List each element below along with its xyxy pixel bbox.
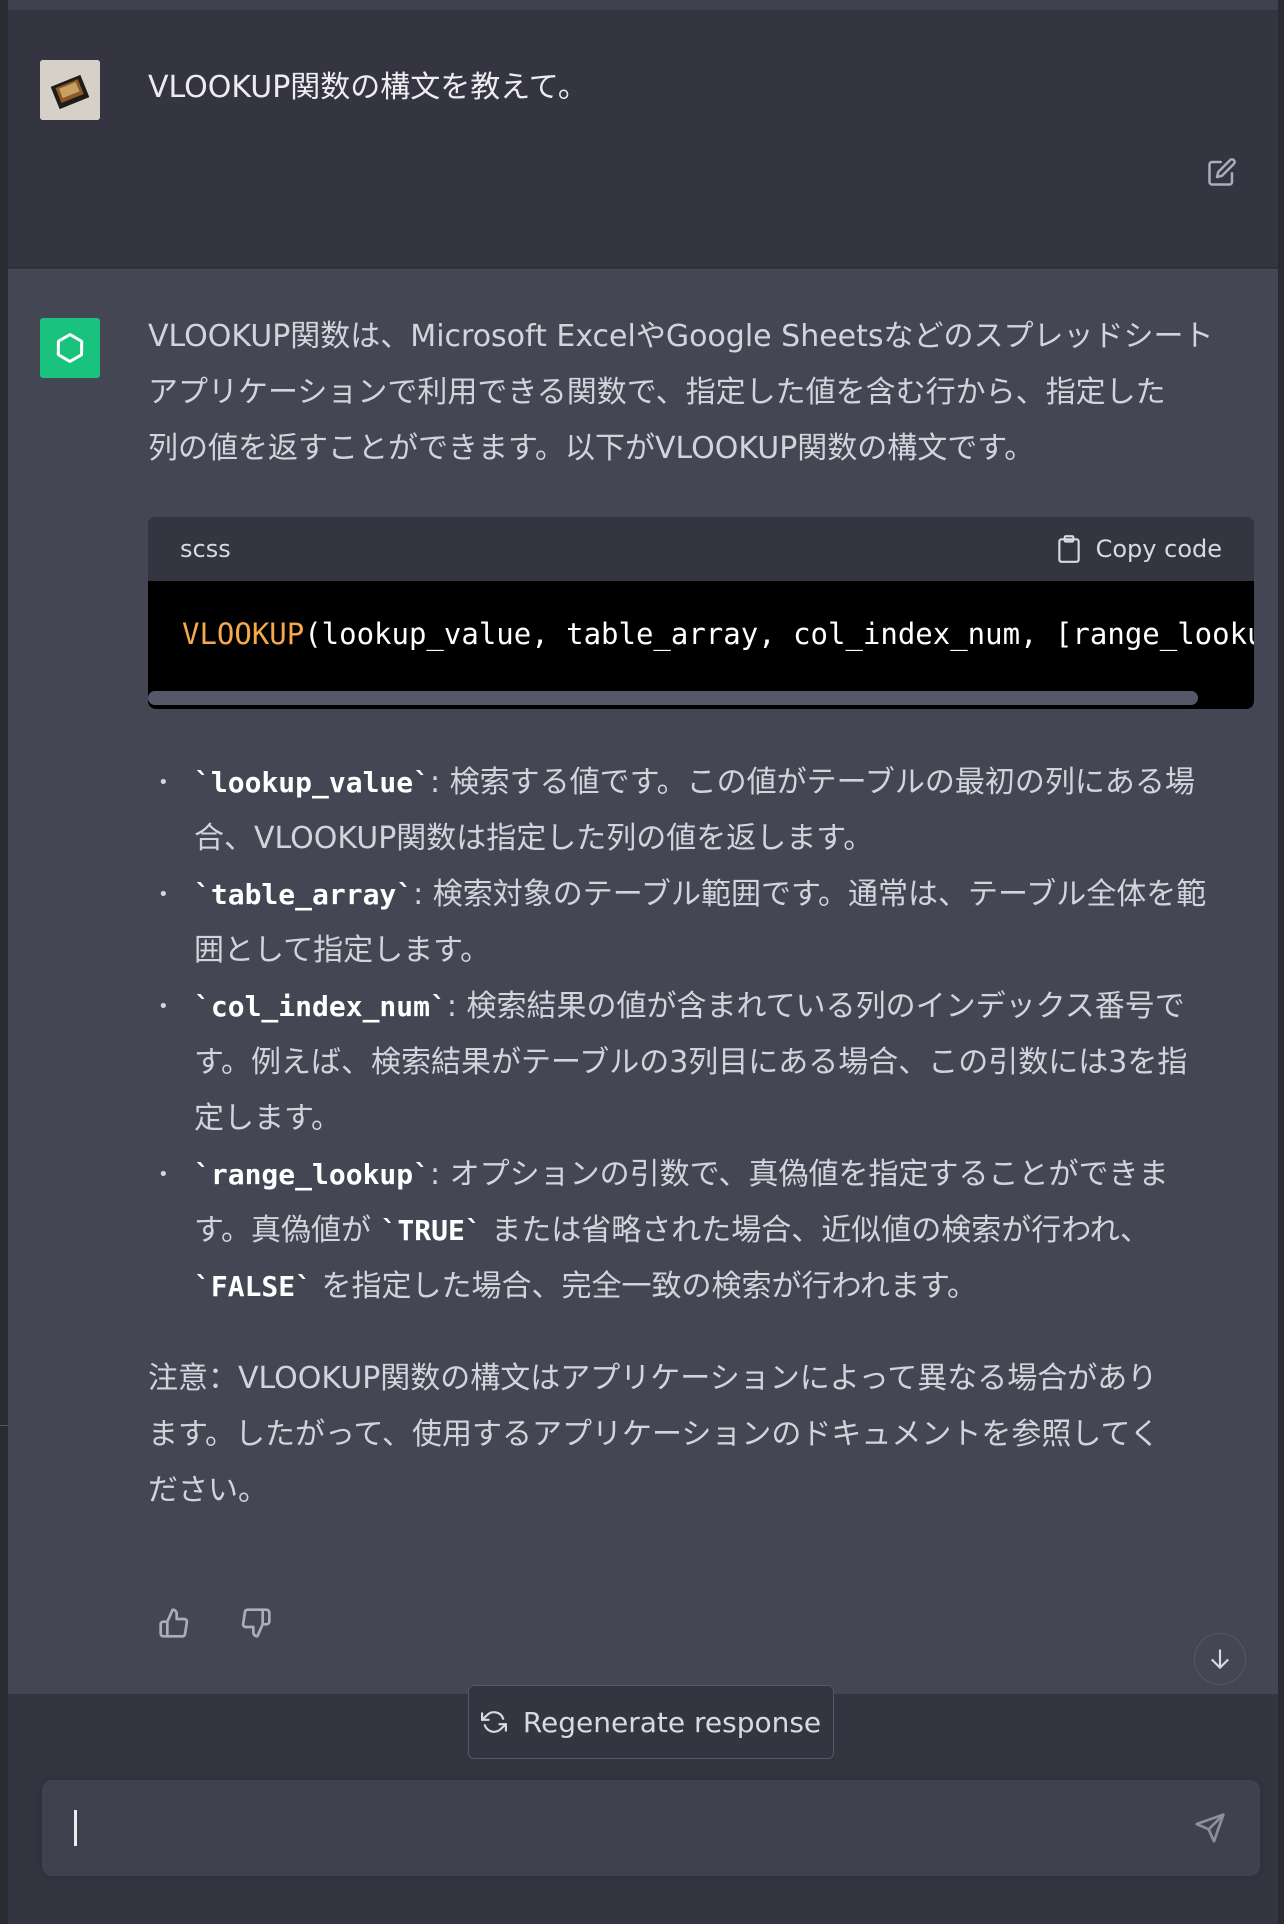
inline-code: `table_array` <box>194 878 414 911</box>
code-function-name: VLOOKUP <box>182 617 305 651</box>
note-line: 注意：VLOOKUP関数の構文はアプリケーションによって異なる場合があり <box>148 1361 1158 1396</box>
text-caret <box>74 1810 77 1846</box>
list-text: : 検索する値です。この値がテーブルの最初の列にある場 <box>430 765 1195 800</box>
regenerate-response-button[interactable]: Regenerate response <box>468 1685 834 1759</box>
list-item: `col_index_num`: 検索結果の値が含まれている列のインデックス番号… <box>148 979 1258 1147</box>
top-strip <box>8 0 1278 10</box>
regenerate-label: Regenerate response <box>522 1705 822 1739</box>
list-text: : 検索対象のテーブル範囲です。通常は、テーブル全体を範 <box>413 877 1207 912</box>
list-item: `lookup_value`: 検索する値です。この値がテーブルの最初の列にある… <box>148 755 1258 867</box>
code-arguments: (lookup_value, table_array, col_index_nu… <box>304 617 1254 651</box>
argument-list: `lookup_value`: 検索する値です。この値がテーブルの最初の列にある… <box>148 755 1258 1315</box>
note-line: ます。したがって、使用するアプリケーションのドキュメントを参照してく <box>148 1417 1160 1452</box>
copy-code-label: Copy code <box>1095 535 1222 563</box>
assistant-message-row: VLOOKUP関数は、Microsoft ExcelやGoogle Sheets… <box>8 269 1278 1694</box>
list-text: 合、VLOOKUP関数は指定した列の値を返します。 <box>194 821 874 856</box>
list-text: す。例えば、検索結果がテーブルの3列目にある場合、この引数には3を指 <box>194 1045 1188 1080</box>
scroll-to-bottom-button[interactable] <box>1194 1633 1246 1685</box>
list-text: : オプションの引数で、真偽値を指定することができま <box>430 1157 1169 1192</box>
list-text: 囲として指定します。 <box>194 933 491 968</box>
code-block: scss Copy code VLOOKUP(lookup_value, tab… <box>148 517 1254 709</box>
feedback-buttons <box>156 1605 274 1641</box>
message-input[interactable] <box>42 1780 1260 1876</box>
send-button[interactable] <box>1190 1808 1230 1848</box>
inline-code: `lookup_value` <box>194 766 431 799</box>
intro-line: アプリケーションで利用できる関数で、指定した値を含む行から、指定した <box>148 375 1166 410</box>
list-item: `range_lookup`: オプションの引数で、真偽値を指定することができま… <box>148 1147 1258 1315</box>
sidebar-edge <box>0 0 8 1924</box>
send-icon <box>1195 1813 1225 1843</box>
list-text: 定します。 <box>194 1101 341 1136</box>
right-edge <box>1278 0 1284 1924</box>
user-avatar <box>40 60 100 120</box>
code-header: scss Copy code <box>148 517 1254 581</box>
chat-window: VLOOKUP関数の構文を教えて。 VLOOKUP関数は、Microsoft E… <box>0 0 1284 1924</box>
thumbs-down-icon <box>241 1608 271 1638</box>
edit-button[interactable] <box>1204 154 1240 190</box>
list-text: : 検索結果の値が含まれている列のインデックス番号で <box>446 989 1185 1024</box>
copy-code-button[interactable]: Copy code <box>1056 534 1222 564</box>
list-text: または省略された場合、近似値の検索が行われ、 <box>481 1213 1151 1248</box>
note-paragraph: 注意：VLOOKUP関数の構文はアプリケーションによって異なる場合があり ます。… <box>148 1351 1258 1519</box>
refresh-icon <box>480 1711 507 1733</box>
code-scrollbar[interactable] <box>148 691 1198 705</box>
note-line: ださい。 <box>148 1473 268 1508</box>
intro-line: 列の値を返すことができます。以下がVLOOKUP関数の構文です。 <box>148 431 1035 466</box>
arrow-down-icon <box>1211 1649 1229 1669</box>
inline-code: `FALSE` <box>194 1270 313 1303</box>
intro-line: VLOOKUP関数は、Microsoft ExcelやGoogle Sheets… <box>148 319 1214 354</box>
edit-icon <box>1208 158 1236 186</box>
openai-logo-icon <box>56 333 84 363</box>
clipboard-icon <box>1057 535 1080 563</box>
thumbs-up-icon <box>159 1608 189 1638</box>
divider <box>0 1425 8 1426</box>
list-text: す。真偽値が <box>194 1213 381 1248</box>
code-body: VLOOKUP(lookup_value, table_array, col_i… <box>148 581 1254 709</box>
thumbs-up-button[interactable] <box>156 1605 192 1641</box>
code-language: scss <box>180 535 231 563</box>
assistant-content: VLOOKUP関数は、Microsoft ExcelやGoogle Sheets… <box>148 309 1258 1519</box>
user-message-row: VLOOKUP関数の構文を教えて。 <box>8 10 1278 268</box>
list-text: を指定した場合、完全一致の検索が行われます。 <box>312 1269 978 1304</box>
user-message-text: VLOOKUP関数の構文を教えて。 <box>148 70 588 105</box>
inline-code: `range_lookup` <box>194 1158 431 1191</box>
assistant-avatar <box>40 318 100 378</box>
intro-paragraph: VLOOKUP関数は、Microsoft ExcelやGoogle Sheets… <box>148 309 1258 477</box>
thumbs-down-button[interactable] <box>238 1605 274 1641</box>
list-item: `table_array`: 検索対象のテーブル範囲です。通常は、テーブル全体を… <box>148 867 1258 979</box>
inline-code: `TRUE` <box>380 1214 482 1247</box>
inline-code: `col_index_num` <box>194 990 447 1023</box>
